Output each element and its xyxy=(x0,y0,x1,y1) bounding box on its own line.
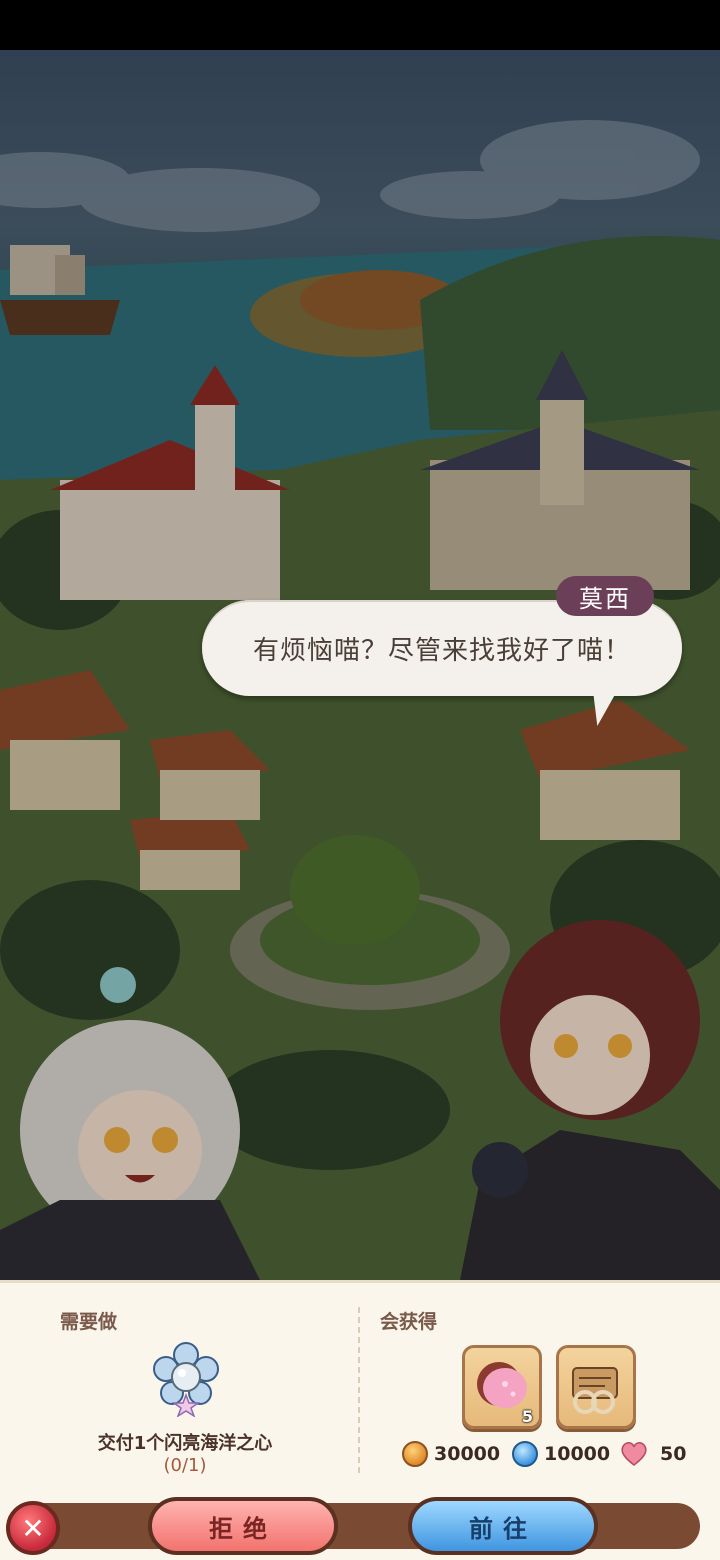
blue-gem-icon xyxy=(512,1441,538,1467)
speaker-name-tag: 莫西 xyxy=(556,576,654,616)
heart-amount: 50 xyxy=(660,1443,687,1465)
coin-amount: 30000 xyxy=(434,1443,501,1465)
action-footer: ✕ 拒绝 前往 xyxy=(0,1495,720,1560)
dialog-text: 有烦恼喵？尽管来找我好了喵！ xyxy=(252,635,631,666)
reward-coins: 30000 xyxy=(402,1441,500,1467)
close-icon: ✕ xyxy=(21,1511,45,1545)
panel-divider xyxy=(358,1307,360,1473)
go-button[interactable]: 前往 xyxy=(408,1497,598,1555)
refuse-button[interactable]: 拒绝 xyxy=(148,1497,338,1555)
reward-item-macaron[interactable]: 5 xyxy=(462,1345,542,1429)
reward-gems: 10000 xyxy=(512,1441,610,1467)
quest-progress: (0/1) xyxy=(163,1455,207,1476)
reward-item-count: 5 xyxy=(521,1407,533,1426)
close-button[interactable]: ✕ xyxy=(6,1501,60,1555)
gem-amount: 10000 xyxy=(544,1443,611,1465)
ocean-heart-pearl-icon[interactable] xyxy=(148,1341,224,1417)
reward-title: 会获得 xyxy=(380,1311,438,1333)
reward-item-scroll[interactable] xyxy=(556,1345,636,1429)
speech-bubble-tail xyxy=(587,688,619,726)
reward-hearts: 50 xyxy=(620,1441,686,1467)
todo-title: 需要做 xyxy=(60,1311,118,1333)
heart-icon xyxy=(621,1442,647,1466)
status-bar xyxy=(0,0,720,50)
quest-task-text: 交付1个闪亮海洋之心 xyxy=(97,1433,273,1454)
quest-panel: 需要做 会获得 交付1个闪亮海洋之心 (0/1) 5 30000 10000 5… xyxy=(0,1280,720,1495)
gold-coin-icon xyxy=(402,1441,428,1467)
scroll-map-icon xyxy=(572,1367,618,1414)
footer-bar xyxy=(20,1503,700,1549)
